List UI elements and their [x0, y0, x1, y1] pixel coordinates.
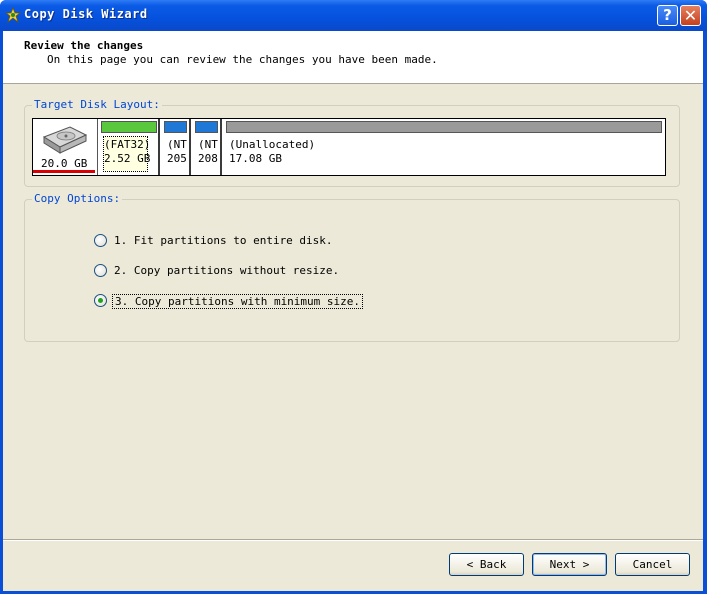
radio-selected-dot	[98, 298, 103, 303]
copy-options-group: Copy Options: 1. Fit partitions to entir…	[24, 192, 680, 342]
back-button[interactable]: < Back	[449, 553, 524, 576]
option-label[interactable]: 3. Copy partitions with minimum size.	[112, 294, 364, 309]
cancel-button[interactable]: Cancel	[615, 553, 690, 576]
wizard-body: Review the changes On this page you can …	[3, 31, 703, 591]
partition-ntfs-1[interactable]: (NT 205	[162, 119, 191, 175]
disk-cell[interactable]: 20.0 GB	[33, 119, 98, 175]
partition-color-bar	[164, 121, 187, 133]
partition-size: 17.08 GB	[229, 152, 282, 165]
partition-color-bar	[195, 121, 218, 133]
copy-disk-wizard-window: Copy Disk Wizard ? ✕ Review the changes …	[0, 0, 707, 594]
partition-type: (NT	[167, 138, 187, 151]
footer-separator	[3, 539, 703, 541]
option-label[interactable]: 1. Fit partitions to entire disk.	[112, 234, 335, 247]
disk-size-label: 20.0 GB	[41, 157, 88, 170]
window-title: Copy Disk Wizard	[24, 7, 148, 21]
hard-disk-icon	[42, 126, 88, 154]
wizard-icon	[5, 7, 21, 23]
partition-type: (Unallocated)	[229, 138, 316, 151]
partition-type: (FAT32)	[104, 138, 151, 151]
partition-size: 205	[167, 152, 187, 165]
partition-color-bar	[101, 121, 157, 133]
title-bar: Copy Disk Wizard ? ✕	[0, 0, 707, 31]
target-disk-layout-legend: Target Disk Layout:	[32, 98, 162, 111]
target-disk-layout-group: Target Disk Layout: 20.0 GB (FAT32) 2.52…	[24, 98, 680, 187]
page-subtitle: On this page you can review the changes …	[47, 53, 438, 66]
close-button[interactable]: ✕	[680, 5, 701, 26]
disk-map: 20.0 GB (FAT32) 2.52 GB (NT 205 (NT 208 …	[32, 118, 666, 176]
disk-selection-underline	[33, 170, 95, 173]
partition-size: 2.52 GB	[104, 152, 151, 165]
option-label[interactable]: 2. Copy partitions without resize.	[112, 264, 341, 277]
partition-size: 208	[198, 152, 218, 165]
partition-type: (NT	[198, 138, 218, 151]
partition-fat32[interactable]: (FAT32) 2.52 GB	[99, 119, 160, 175]
option-radio-selected[interactable]	[94, 294, 107, 307]
option-radio[interactable]	[94, 234, 107, 247]
copy-options-legend: Copy Options:	[32, 192, 123, 205]
partition-color-bar	[226, 121, 662, 133]
option-radio[interactable]	[94, 264, 107, 277]
help-button[interactable]: ?	[657, 5, 678, 26]
partition-unallocated[interactable]: (Unallocated) 17.08 GB	[224, 119, 665, 175]
partition-ntfs-2[interactable]: (NT 208	[193, 119, 222, 175]
page-title: Review the changes	[24, 39, 144, 52]
wizard-header: Review the changes On this page you can …	[3, 31, 703, 84]
next-button[interactable]: Next >	[532, 553, 607, 576]
